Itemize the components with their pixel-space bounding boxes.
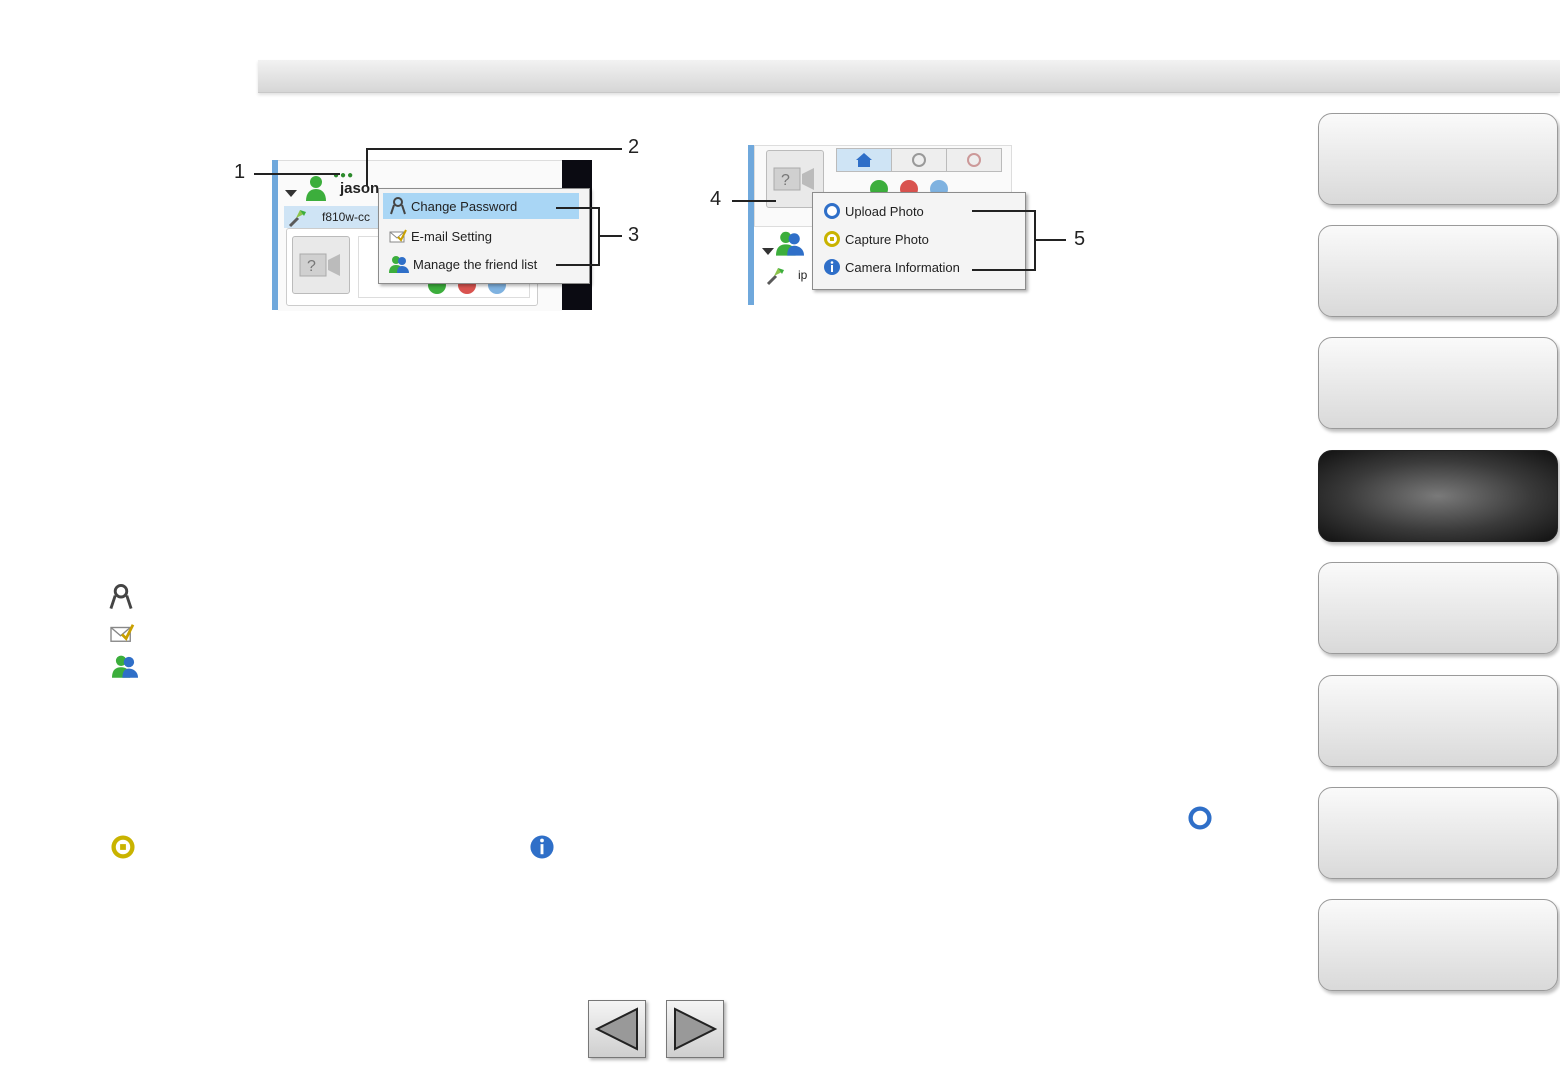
mail-check-icon: [389, 229, 407, 243]
arrow-left-icon: [594, 1007, 638, 1051]
upload-icon: [1188, 806, 1212, 830]
info-icon: [824, 259, 840, 275]
menu-item-label: Upload Photo: [845, 203, 924, 219]
prev-page-button[interactable]: [588, 1000, 646, 1058]
callout-1: 1: [234, 161, 246, 183]
tab-playback[interactable]: [891, 148, 947, 172]
upload-icon: [824, 203, 840, 219]
camera-context-menu: Upload Photo Capture Photo Camera Inform…: [812, 192, 1026, 290]
arrow-right-icon: [674, 1007, 718, 1051]
menu-item-label: Capture Photo: [845, 231, 929, 247]
nav-button-8[interactable]: [1318, 899, 1558, 991]
friends-icon: [776, 231, 804, 256]
callout-line-4: [732, 200, 776, 202]
nav-button-3[interactable]: [1318, 337, 1558, 429]
key-icon: [109, 584, 133, 610]
capture-icon: [111, 835, 135, 859]
svg-text:?: ?: [307, 258, 316, 275]
menu-item-change-password[interactable]: Change Password: [383, 193, 579, 219]
nav-button-1[interactable]: [1318, 113, 1558, 205]
figure-camera-menu: ? ip Upload Photo Capture Photo Camera I…: [700, 130, 1100, 320]
friends-icon: [389, 256, 409, 273]
menu-item-label: Manage the friend list: [413, 256, 538, 272]
callout-line-5b: [972, 269, 1034, 271]
callout-line-5c: [1036, 239, 1066, 241]
account-context-menu: Change Password E-mail Setting Manage th…: [378, 188, 590, 284]
camera-status-icon: [288, 210, 306, 228]
tab-record[interactable]: [946, 148, 1002, 172]
nav-button-7[interactable]: [1318, 787, 1558, 879]
menu-item-upload-photo[interactable]: Upload Photo: [823, 199, 924, 223]
menu-item-label: E-mail Setting: [411, 228, 492, 244]
capture-icon: [824, 231, 840, 247]
user-icon: [306, 176, 326, 201]
nav-button-4-active[interactable]: [1318, 450, 1558, 542]
camera-label: f810w-cc: [322, 210, 371, 224]
nav-button-6[interactable]: [1318, 675, 1558, 767]
record-icon: [967, 153, 981, 167]
callout-3: 3: [628, 224, 640, 246]
menu-item-manage-friend-list[interactable]: Manage the friend list: [389, 251, 537, 277]
callout-line-3b: [556, 264, 600, 266]
key-icon: [390, 197, 406, 215]
menu-item-label: Camera Information: [845, 259, 960, 275]
camera-label: ip: [798, 268, 808, 282]
home-icon: [856, 153, 872, 167]
no-camera-icon: ?: [299, 253, 340, 277]
callout-line-2h: [366, 148, 622, 150]
menu-item-label: Change Password: [411, 198, 518, 214]
playback-icon: [912, 153, 926, 167]
next-page-button[interactable]: [666, 1000, 724, 1058]
figure-account-menu: ●●● jason f810w-cc ? Change Password E-m…: [230, 130, 650, 320]
user-name[interactable]: jason: [340, 180, 379, 197]
callout-2: 2: [628, 136, 640, 158]
callout-line-1: [254, 173, 340, 175]
menu-item-camera-information[interactable]: Camera Information: [823, 255, 960, 279]
nav-button-5[interactable]: [1318, 562, 1558, 654]
header-bar: [258, 60, 1560, 93]
menu-item-capture-photo[interactable]: Capture Photo: [823, 227, 929, 251]
callout-line-5a: [972, 210, 1034, 212]
callout-line-3a: [556, 207, 600, 209]
camera-status-icon: [766, 268, 784, 286]
callout-5: 5: [1074, 228, 1086, 250]
callout-4: 4: [710, 188, 722, 210]
expand-arrow-icon[interactable]: [762, 248, 774, 255]
nav-button-2[interactable]: [1318, 225, 1558, 317]
expand-arrow-icon[interactable]: [285, 190, 297, 197]
camera-thumbnail[interactable]: ?: [292, 236, 350, 294]
callout-line-2v: [366, 148, 368, 186]
svg-text:?: ?: [781, 172, 790, 189]
callout-line-3c: [600, 235, 622, 237]
tab-home[interactable]: [836, 148, 892, 172]
menu-item-email-setting[interactable]: E-mail Setting: [389, 223, 492, 249]
info-icon: [530, 835, 554, 859]
no-camera-icon: ?: [773, 167, 814, 191]
friends-icon: [112, 655, 138, 678]
mail-check-icon: [110, 624, 135, 642]
